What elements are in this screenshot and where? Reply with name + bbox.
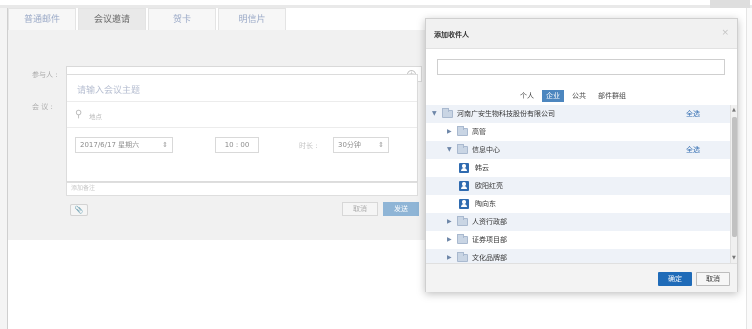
tab-greeting-card[interactable]: 贺卡 — [148, 8, 216, 30]
add-recipient-dialog: 添加收件人 × 个人 企业 公共 部件群组 ▼ 河南广安生物科技股份有限公司 全… — [425, 18, 738, 292]
duration-value: 30分钟 — [338, 141, 361, 149]
tree-label: 陶向东 — [475, 200, 496, 208]
dialog-footer: 确定 取消 — [426, 263, 737, 292]
contact-tree: ▼ 河南广安生物科技股份有限公司 全选 ▶ 高管 ▼ 信息中心 全选 韩云 欧阳… — [426, 105, 730, 263]
duration-select[interactable]: 30分钟 ⇕ — [333, 137, 389, 153]
top-strip — [0, 0, 752, 8]
expand-triangle-icon[interactable]: ▶ — [447, 123, 452, 141]
select-arrows-icon: ⇕ — [162, 141, 168, 149]
person-icon — [459, 181, 469, 191]
dialog-title: 添加收件人 — [434, 31, 469, 39]
scroll-thumb[interactable] — [732, 117, 737, 237]
tree-row-department[interactable]: ▶ 高管 — [426, 123, 730, 141]
person-icon — [459, 163, 469, 173]
tree-row-department[interactable]: ▶ 人资行政部 — [426, 213, 730, 231]
scroll-down-icon[interactable]: ▼ — [732, 255, 736, 261]
left-edge — [0, 8, 8, 329]
tree-label: 文化品牌部 — [472, 254, 507, 262]
tab-personal[interactable]: 个人 — [516, 90, 538, 102]
tree-row-person[interactable]: 欧阳红亮 — [426, 177, 730, 195]
tab-postcard[interactable]: 明信片 — [218, 8, 286, 30]
tree-row-department[interactable]: ▶ 文化品牌部 — [426, 249, 730, 263]
folder-icon — [442, 108, 453, 118]
tab-public[interactable]: 公共 — [568, 90, 590, 102]
folder-icon — [457, 252, 468, 262]
cancel-button[interactable]: 取消 — [342, 202, 378, 216]
expand-triangle-icon[interactable]: ▶ — [447, 231, 452, 249]
tree-scrollbar[interactable]: ▲ ▼ — [730, 105, 737, 263]
location-pin-icon: ⚲ — [75, 109, 83, 120]
recipient-source-tabs: 个人 企业 公共 部件群组 — [516, 90, 630, 102]
select-arrows-icon: ⇕ — [378, 141, 384, 149]
location-input[interactable]: 地点 — [89, 111, 102, 121]
tab-normal-mail[interactable]: 普通邮件 — [8, 8, 76, 30]
folder-icon — [457, 234, 468, 244]
divider — [67, 101, 417, 102]
confirm-button[interactable]: 确定 — [658, 272, 692, 286]
meeting-details-box: 请输入会议主题 ⚲ 地点 2017/6/17 星期六 ⇕ 10 : 00 时长 … — [66, 74, 418, 182]
tree-label: 人资行政部 — [472, 218, 507, 226]
attendees-label: 参与人 : — [32, 71, 58, 79]
date-value: 2017/6/17 星期六 — [80, 141, 140, 149]
tab-meeting-invite[interactable]: 会议邀请 — [78, 8, 146, 30]
folder-icon — [457, 216, 468, 226]
paperclip-icon[interactable]: 📎 — [70, 204, 88, 216]
divider — [67, 127, 417, 128]
tree-label: 韩云 — [475, 164, 489, 172]
select-all-link[interactable]: 全选 — [686, 141, 700, 159]
tree-label: 证券项目部 — [472, 236, 507, 244]
expand-triangle-icon[interactable]: ▶ — [447, 213, 452, 231]
right-edge — [746, 8, 752, 329]
tree-row-department[interactable]: ▶ 证券项目部 — [426, 231, 730, 249]
tree-row-person[interactable]: 陶向东 — [426, 195, 730, 213]
person-icon — [459, 199, 469, 209]
tree-row-department[interactable]: ▼ 信息中心 全选 — [426, 141, 730, 159]
tree-label: 欧阳红亮 — [475, 182, 503, 190]
meeting-label: 会 议 : — [32, 103, 53, 111]
select-all-link[interactable]: 全选 — [686, 105, 700, 123]
duration-label: 时长 : — [299, 142, 318, 150]
remark-input[interactable]: 添加备注 — [66, 182, 418, 196]
tab-enterprise[interactable]: 企业 — [542, 90, 564, 102]
close-icon[interactable]: × — [721, 28, 729, 38]
tab-groups[interactable]: 部件群组 — [594, 90, 630, 102]
dialog-cancel-button[interactable]: 取消 — [696, 272, 730, 286]
time-input[interactable]: 10 : 00 — [215, 137, 259, 153]
date-select[interactable]: 2017/6/17 星期六 ⇕ — [75, 137, 173, 153]
folder-icon — [457, 126, 468, 136]
tree-row-company[interactable]: ▼ 河南广安生物科技股份有限公司 全选 — [426, 105, 730, 123]
collapse-triangle-icon[interactable]: ▼ — [432, 105, 437, 123]
tree-label: 河南广安生物科技股份有限公司 — [457, 110, 555, 118]
dialog-header: 添加收件人 × — [426, 19, 737, 49]
tree-row-person[interactable]: 韩云 — [426, 159, 730, 177]
tree-label: 信息中心 — [472, 146, 500, 154]
scroll-up-icon[interactable]: ▲ — [732, 107, 736, 113]
collapse-triangle-icon[interactable]: ▼ — [447, 141, 452, 159]
expand-triangle-icon[interactable]: ▶ — [447, 249, 452, 263]
window-tab-stub — [710, 0, 750, 8]
subject-input[interactable]: 请输入会议主题 — [77, 83, 140, 96]
mail-type-tabs: 普通邮件 会议邀请 贺卡 明信片 — [8, 8, 288, 30]
recipient-search-input[interactable] — [437, 59, 725, 75]
tree-label: 高管 — [472, 128, 486, 136]
folder-icon — [457, 144, 468, 154]
send-button[interactable]: 发送 — [383, 202, 419, 216]
